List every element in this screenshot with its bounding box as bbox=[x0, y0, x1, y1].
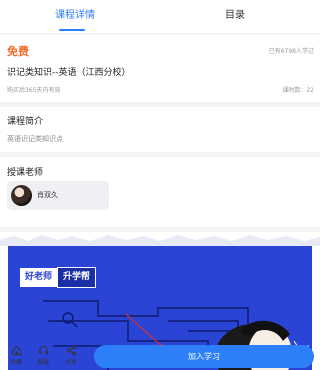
validity-text: 购买后365天内有效 bbox=[7, 87, 61, 94]
brand-logo-right: 升学帮 bbox=[57, 267, 97, 288]
teachers-heading: 授课老师 bbox=[7, 168, 44, 178]
teacher-name: 肖双久 bbox=[37, 191, 58, 199]
favorite-button[interactable]: 收藏 bbox=[3, 345, 29, 370]
brand-logo: 好老师 升学帮 bbox=[20, 267, 97, 288]
share-label: 分享 bbox=[64, 359, 77, 366]
tab-directory[interactable]: 目录 bbox=[225, 10, 245, 22]
active-tab-indicator bbox=[59, 29, 85, 31]
home-favorite-icon bbox=[11, 346, 21, 356]
course-intro-card: 课程简介 英语识记类知识点 bbox=[0, 107, 320, 152]
tab-bar: 课程详情 目录 bbox=[0, 0, 320, 33]
tab-course-details[interactable]: 课程详情 bbox=[55, 10, 95, 22]
course-title: 识记类知识--英语（江西分校） bbox=[7, 68, 131, 78]
learner-count: 已有6798人学过 bbox=[268, 48, 314, 55]
customer-service-label: 客服 bbox=[36, 359, 49, 366]
banner-decoration bbox=[0, 235, 320, 246]
headset-icon bbox=[38, 345, 48, 355]
lesson-count: 课时数：22 bbox=[282, 87, 314, 94]
teacher-chip[interactable]: 肖双久 bbox=[7, 181, 109, 210]
intro-heading: 课程简介 bbox=[7, 117, 44, 127]
join-study-button[interactable]: 加入学习 bbox=[94, 345, 314, 368]
course-detail-page: 课程详情 目录 免费 已有6798人学过 识记类知识--英语（江西分校） 购买后… bbox=[0, 0, 320, 370]
brand-logo-left: 好老师 bbox=[20, 268, 58, 287]
intro-body: 英语识记类知识点 bbox=[7, 135, 63, 143]
customer-service-button[interactable]: 客服 bbox=[30, 345, 56, 370]
favorite-label: 收藏 bbox=[9, 359, 22, 366]
share-button[interactable]: 分享 bbox=[58, 345, 84, 370]
share-icon bbox=[66, 345, 76, 356]
teacher-avatar bbox=[11, 185, 32, 206]
course-info-card: 免费 已有6798人学过 识记类知识--英语（江西分校） 购买后365天内有效 … bbox=[0, 35, 320, 102]
teachers-card: 授课老师 肖双久 bbox=[0, 157, 320, 227]
price-label: 免费 bbox=[7, 45, 29, 58]
